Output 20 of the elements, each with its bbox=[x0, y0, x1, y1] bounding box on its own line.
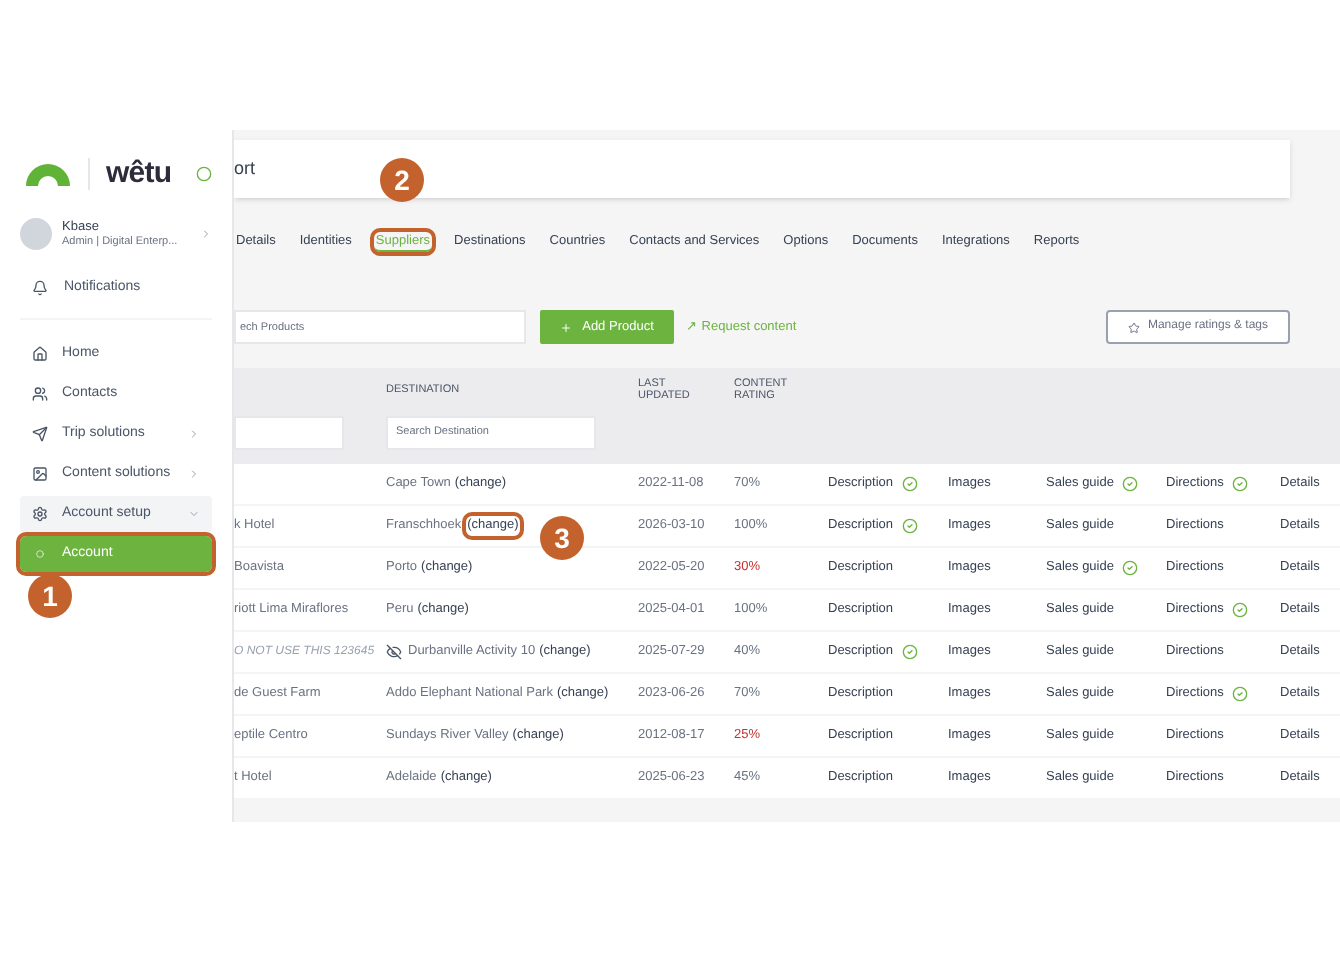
hidden-icon bbox=[386, 644, 402, 660]
gear-icon bbox=[32, 506, 48, 522]
name-search-field[interactable] bbox=[234, 415, 344, 449]
chevron-icon bbox=[188, 428, 200, 440]
page-title: ort bbox=[234, 155, 256, 182]
chevron-icon bbox=[188, 508, 200, 520]
status-icon bbox=[196, 166, 212, 182]
send-icon bbox=[32, 426, 48, 442]
dot-icon bbox=[36, 550, 44, 558]
chevron-icon bbox=[188, 468, 200, 480]
logo-icon bbox=[24, 162, 72, 186]
plus-icon bbox=[560, 321, 573, 333]
chevron-icon bbox=[200, 228, 212, 240]
star-icon bbox=[1127, 321, 1140, 333]
image-icon bbox=[32, 466, 48, 482]
contacts-icon bbox=[32, 386, 48, 402]
logo-text: wêtu bbox=[106, 153, 172, 194]
bell-icon bbox=[32, 280, 48, 296]
avatar bbox=[20, 218, 52, 250]
home-icon bbox=[32, 346, 48, 362]
